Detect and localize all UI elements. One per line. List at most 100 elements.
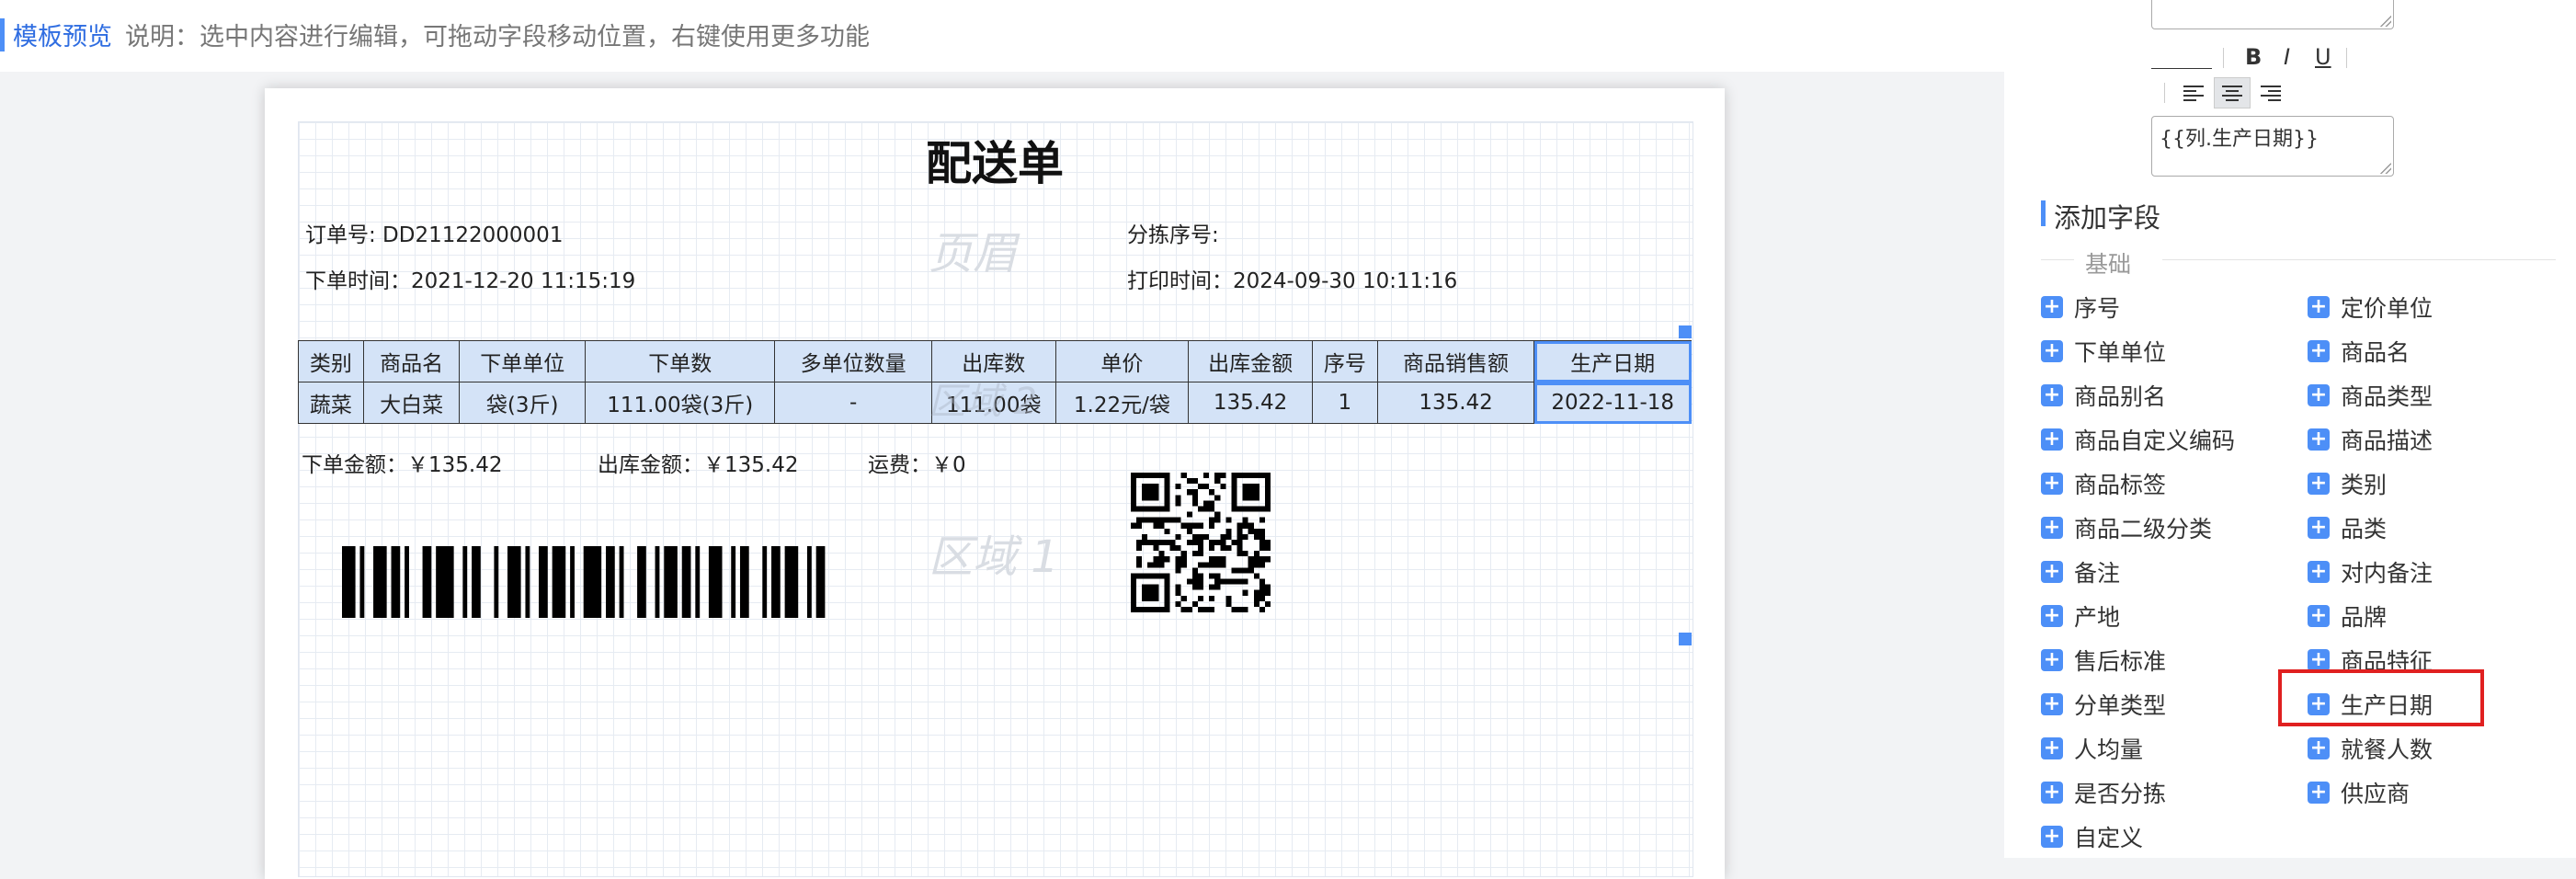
document-title[interactable]: 配送单 bbox=[265, 127, 1725, 193]
order-time-field[interactable]: 下单时间：2021-12-20 11:15:19 bbox=[305, 263, 635, 294]
table-header-cell[interactable]: 商品销售额 bbox=[1376, 340, 1535, 382]
add-field-label: 分单类型 bbox=[2074, 692, 2167, 719]
add-field-item[interactable]: + 品类 bbox=[2308, 511, 2387, 544]
resize-grip-icon bbox=[2380, 163, 2391, 174]
properties-panel: B I U {{列.生产日期}} 添加字段 基础 + 序号 + 下单单位 + 商品别名 + 商… bbox=[2004, 0, 2576, 858]
qrcode-image[interactable] bbox=[1131, 473, 1271, 612]
add-field-item[interactable]: + 商品名 bbox=[2308, 335, 2410, 368]
add-field-label: 商品别名 bbox=[2074, 383, 2167, 410]
page-description: 说明：选中内容进行编辑，可拖动字段移动位置，右键使用更多功能 bbox=[125, 23, 870, 51]
top-bar: 模板预览 说明：选中内容进行编辑，可拖动字段移动位置，右键使用更多功能 bbox=[0, 0, 2004, 72]
table-cell[interactable]: 135.42 bbox=[1376, 382, 1535, 424]
add-field-item[interactable]: + 品牌 bbox=[2308, 599, 2387, 633]
underline-button[interactable]: U bbox=[2315, 44, 2331, 70]
table-cell[interactable]: 2022-11-18 bbox=[1533, 382, 1692, 424]
add-field-item[interactable]: + 类别 bbox=[2308, 467, 2387, 500]
italic-button[interactable]: I bbox=[2284, 44, 2290, 70]
add-field-item[interactable]: + 售后标准 bbox=[2041, 644, 2166, 677]
add-field-title: 添加字段 bbox=[2054, 202, 2161, 234]
group-label-basic: 基础 bbox=[2085, 251, 2132, 278]
table-header-cell[interactable]: 出库金额 bbox=[1188, 340, 1313, 382]
add-field-item[interactable]: + 人均量 bbox=[2041, 732, 2143, 765]
plus-icon: + bbox=[2041, 517, 2063, 539]
table-cell[interactable]: 1.22元/袋 bbox=[1054, 382, 1190, 424]
add-field-item[interactable]: + 产地 bbox=[2041, 599, 2120, 633]
table-cell[interactable]: 1 bbox=[1311, 382, 1378, 424]
add-field-item[interactable]: + 序号 bbox=[2041, 291, 2120, 324]
add-field-item[interactable]: + 下单单位 bbox=[2041, 335, 2166, 368]
table-header-cell[interactable]: 单价 bbox=[1054, 340, 1190, 382]
add-field-item[interactable]: + 是否分拣 bbox=[2041, 776, 2166, 809]
add-field-label: 品类 bbox=[2341, 516, 2388, 542]
plus-icon: + bbox=[2308, 517, 2330, 539]
resize-grip-icon bbox=[2380, 16, 2391, 27]
plus-icon: + bbox=[2041, 428, 2063, 451]
add-field-label: 商品二级分类 bbox=[2074, 516, 2213, 542]
table-resize-handle-top[interactable] bbox=[1679, 325, 1692, 338]
add-field-item[interactable]: + 商品标签 bbox=[2041, 467, 2166, 500]
add-field-label: 商品名 bbox=[2341, 339, 2411, 366]
expression-textarea[interactable]: {{列.生产日期}} bbox=[2151, 116, 2394, 177]
font-size-input-underline[interactable] bbox=[2151, 68, 2212, 69]
add-field-label: 类别 bbox=[2341, 472, 2388, 498]
table-cell[interactable]: 蔬菜 bbox=[298, 382, 364, 424]
align-right-icon[interactable] bbox=[2252, 77, 2289, 108]
add-field-item[interactable]: + 定价单位 bbox=[2308, 291, 2433, 324]
add-field-item[interactable]: + 备注 bbox=[2041, 555, 2120, 588]
add-field-label: 品牌 bbox=[2341, 604, 2388, 631]
sort-number-field[interactable]: 分拣序号: bbox=[1127, 217, 1219, 248]
add-field-item[interactable]: + 对内备注 bbox=[2308, 555, 2433, 588]
table-cell[interactable]: 111.00袋(3斤) bbox=[584, 382, 776, 424]
plus-icon: + bbox=[2041, 693, 2063, 715]
page-title: 模板预览 bbox=[13, 23, 112, 51]
table-cell[interactable]: 袋(3斤) bbox=[459, 382, 586, 424]
add-field-label: 就餐人数 bbox=[2341, 736, 2434, 763]
add-field-item[interactable]: + 就餐人数 bbox=[2308, 732, 2433, 765]
plus-icon: + bbox=[2308, 605, 2330, 627]
plus-icon: + bbox=[2041, 605, 2063, 627]
add-field-item[interactable]: + 自定义 bbox=[2041, 820, 2143, 853]
area-resize-handle-bottom[interactable] bbox=[1679, 633, 1692, 645]
table-header-cell[interactable]: 序号 bbox=[1311, 340, 1378, 382]
table-header-cell[interactable]: 多单位数量 bbox=[774, 340, 932, 382]
order-number-field[interactable]: 订单号: DD21122000001 bbox=[305, 217, 563, 248]
plus-icon: + bbox=[2308, 649, 2330, 671]
add-field-label: 下单单位 bbox=[2074, 339, 2167, 366]
add-field-item[interactable]: + 商品类型 bbox=[2308, 379, 2433, 412]
print-time-field[interactable]: 打印时间：2024-09-30 10:11:16 bbox=[1127, 263, 1457, 294]
text-content-textarea[interactable] bbox=[2151, 0, 2394, 29]
align-center-icon[interactable] bbox=[2214, 77, 2251, 108]
table-header-cell[interactable]: 类别 bbox=[298, 340, 364, 382]
table-header-cell[interactable]: 生产日期 bbox=[1533, 340, 1692, 382]
barcode-image[interactable] bbox=[342, 546, 838, 618]
table-cell[interactable]: - bbox=[774, 382, 932, 424]
add-field-label: 商品标签 bbox=[2074, 472, 2167, 498]
plus-icon: + bbox=[2308, 296, 2330, 318]
plus-icon: + bbox=[2041, 340, 2063, 362]
template-canvas[interactable]: 页眉 区域 1 配送单 订单号: DD21122000001 分拣序号: 下单时… bbox=[265, 88, 1725, 879]
add-field-item[interactable]: + 商品自定义编码 bbox=[2041, 423, 2235, 456]
align-left-icon[interactable] bbox=[2175, 77, 2212, 108]
out-amount-field[interactable]: 出库金额：￥135.42 bbox=[598, 447, 798, 478]
add-field-item[interactable]: + 商品描述 bbox=[2308, 423, 2433, 456]
table-header-cell[interactable]: 下单单位 bbox=[459, 340, 586, 382]
plus-icon: + bbox=[2308, 340, 2330, 362]
add-field-item[interactable]: + 供应商 bbox=[2308, 776, 2410, 809]
freight-field[interactable]: 运费：￥0 bbox=[868, 447, 966, 478]
add-field-label: 产地 bbox=[2074, 604, 2121, 631]
add-field-item[interactable]: + 分单类型 bbox=[2041, 688, 2166, 721]
plus-icon: + bbox=[2308, 384, 2330, 406]
table-cell[interactable]: 大白菜 bbox=[362, 382, 461, 424]
expression-text: {{列.生产日期}} bbox=[2160, 128, 2319, 151]
order-amount-field[interactable]: 下单金额：￥135.42 bbox=[302, 447, 502, 478]
toolbar-divider bbox=[2223, 48, 2224, 68]
table-header-cell[interactable]: 下单数 bbox=[584, 340, 776, 382]
add-field-label: 备注 bbox=[2074, 560, 2121, 587]
table-cell[interactable]: 135.42 bbox=[1188, 382, 1313, 424]
plus-icon: + bbox=[2041, 296, 2063, 318]
add-field-item[interactable]: + 商品二级分类 bbox=[2041, 511, 2212, 544]
table-header-cell[interactable]: 商品名 bbox=[362, 340, 461, 382]
plus-icon: + bbox=[2308, 561, 2330, 583]
add-field-item[interactable]: + 商品别名 bbox=[2041, 379, 2166, 412]
bold-button[interactable]: B bbox=[2245, 44, 2262, 70]
